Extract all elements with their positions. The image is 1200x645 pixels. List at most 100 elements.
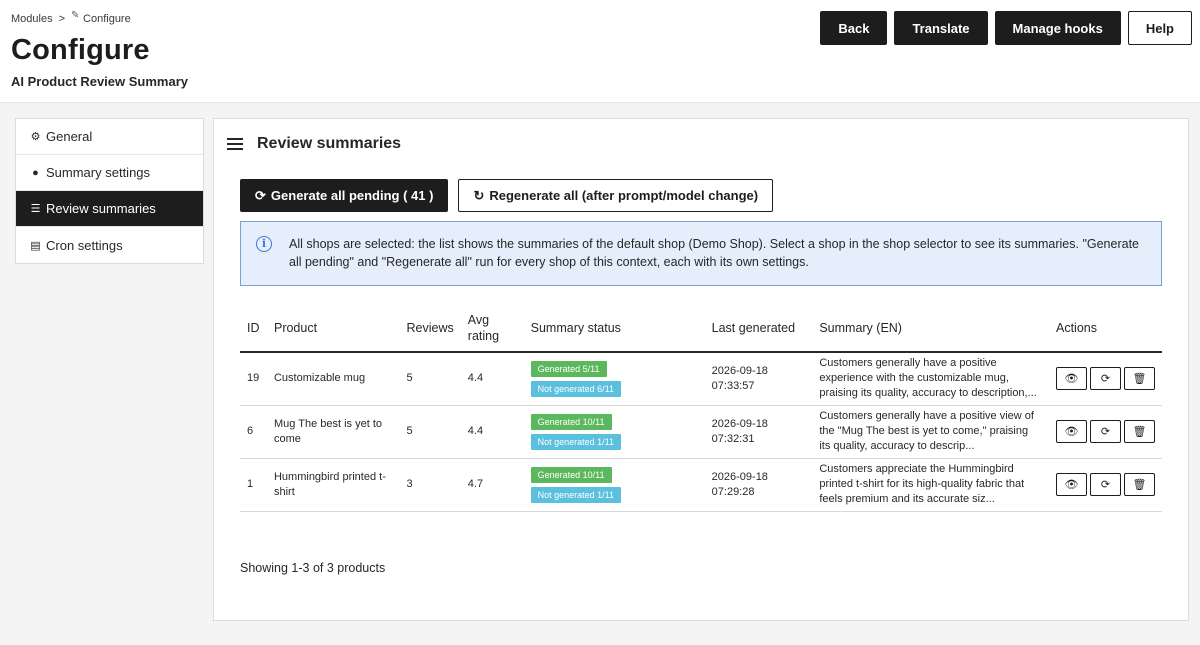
info-icon: i xyxy=(256,236,272,252)
sidebar-item-general[interactable]: ⚙ General xyxy=(16,119,203,155)
gears-icon: ⚙ xyxy=(30,131,41,143)
table-header-row: ID Product Reviews Avg rating Summary st… xyxy=(240,305,1162,353)
delete-button[interactable]: 🗑 xyxy=(1124,420,1155,443)
info-alert-text: All shops are selected: the list shows t… xyxy=(289,237,1139,269)
refresh-icon: ⟳ xyxy=(1100,426,1111,438)
view-button[interactable]: 👁 xyxy=(1056,473,1087,496)
trash-icon: 🗑 xyxy=(1132,373,1147,386)
col-summary-status: Summary status xyxy=(523,305,705,353)
cell-last-generated: 2026-09-18 07:29:28 xyxy=(704,458,813,512)
cell-reviews: 3 xyxy=(399,458,461,512)
refresh-icon: ⟳ xyxy=(1100,373,1111,386)
cell-rating: 4.4 xyxy=(460,405,524,459)
sidebar-item-review-summaries[interactable]: ☰ Review summaries xyxy=(16,191,203,227)
not-generated-badge: Not generated 6/11 xyxy=(530,380,622,397)
panel-title: Review summaries xyxy=(227,135,401,153)
translate-button[interactable]: Translate xyxy=(894,11,988,45)
date: 2026-09-18 xyxy=(711,470,768,483)
view-button[interactable]: 👁 xyxy=(1056,420,1087,443)
generate-all-pending-button[interactable]: ⟳ Generate all pending ( 41 ) xyxy=(240,179,449,212)
cell-product: Mug The best is yet to come xyxy=(266,405,400,459)
page-header: Modules > Configure Configure AI Product… xyxy=(0,0,1200,103)
cell-summary: Customers generally have a positive view… xyxy=(812,405,1049,459)
time: 07:33:57 xyxy=(711,379,755,392)
cell-rating: 4.7 xyxy=(460,458,524,512)
regenerate-button[interactable]: ⟳ xyxy=(1090,473,1121,496)
breadcrumb-current-label: Configure xyxy=(83,13,131,25)
col-avg-rating: Avg rating xyxy=(460,305,524,353)
table-row: 1 Hummingbird printed t-shirt 3 4.7 Gene… xyxy=(240,458,1162,512)
generate-all-pending-label: Generate all pending ( 41 ) xyxy=(270,188,434,203)
generated-badge: Generated 5/11 xyxy=(530,360,607,377)
panel-title-label: Review summaries xyxy=(257,135,402,152)
manage-hooks-button[interactable]: Manage hooks xyxy=(994,11,1121,45)
review-summaries-table: ID Product Reviews Avg rating Summary st… xyxy=(240,305,1162,512)
cell-reviews: 5 xyxy=(399,405,461,459)
refresh-icon: ⟳ xyxy=(1100,479,1111,491)
view-button[interactable]: 👁 xyxy=(1056,367,1087,391)
breadcrumb-modules-link[interactable]: Modules xyxy=(11,13,53,25)
sidebar-item-label: Cron settings xyxy=(46,237,123,253)
cell-actions: 👁 ⟳ 🗑 xyxy=(1049,352,1162,406)
date: 2026-09-18 xyxy=(711,364,768,377)
trash-icon: 🗑 xyxy=(1132,426,1147,438)
table-row: 6 Mug The best is yet to come 5 4.4 Gene… xyxy=(240,405,1162,459)
sidebar-item-summary-settings[interactable]: ● Summary settings xyxy=(16,155,203,191)
cell-summary: Customers appreciate the Hummingbird pri… xyxy=(812,458,1049,512)
info-alert: i All shops are selected: the list shows… xyxy=(240,221,1162,286)
breadcrumb-separator: > xyxy=(58,12,66,25)
cell-last-generated: 2026-09-18 07:32:31 xyxy=(704,405,813,459)
col-reviews: Reviews xyxy=(399,305,461,353)
generated-badge: Generated 10/11 xyxy=(530,466,612,483)
time: 07:32:31 xyxy=(711,432,755,445)
sidebar-item-cron-settings[interactable]: ▤ Cron settings xyxy=(16,227,203,263)
cell-last-generated: 2026-09-18 07:33:57 xyxy=(704,352,813,406)
cell-actions: 👁 ⟳ 🗑 xyxy=(1049,405,1162,459)
cell-product: Customizable mug xyxy=(266,352,400,406)
generated-badge: Generated 10/11 xyxy=(530,413,612,430)
time: 07:29:28 xyxy=(711,485,755,498)
breadcrumb-current: Configure xyxy=(71,10,131,25)
trash-icon: 🗑 xyxy=(1132,479,1147,491)
comment-icon: ● xyxy=(32,166,39,179)
cell-product: Hummingbird printed t-shirt xyxy=(266,458,400,512)
delete-button[interactable]: 🗑 xyxy=(1124,473,1155,496)
pagination-summary: Showing 1-3 of 3 products xyxy=(240,561,386,575)
eye-icon: 👁 xyxy=(1064,426,1079,438)
redo-icon: ↻ xyxy=(473,187,485,203)
regenerate-all-button[interactable]: ↻ Regenerate all (after prompt/model cha… xyxy=(458,179,774,212)
sidebar-item-label: Summary settings xyxy=(46,165,151,180)
cell-id: 19 xyxy=(240,352,267,406)
cell-status: Generated 5/11 Not generated 6/11 xyxy=(523,352,705,406)
eye-icon: 👁 xyxy=(1064,373,1079,386)
sidebar-item-label: Review summaries xyxy=(46,201,156,216)
cell-actions: 👁 ⟳ 🗑 xyxy=(1049,458,1162,512)
cell-id: 1 xyxy=(240,458,267,512)
header-toolbar: Back Translate Manage hooks Help xyxy=(820,11,1192,45)
sidebar: ⚙ General ● Summary settings ☰ Review su… xyxy=(15,118,204,264)
help-button[interactable]: Help xyxy=(1127,11,1192,45)
cell-rating: 4.4 xyxy=(460,352,524,406)
wrench-icon xyxy=(71,10,81,22)
cell-reviews: 5 xyxy=(399,352,461,406)
not-generated-badge: Not generated 1/11 xyxy=(530,433,622,450)
date: 2026-09-18 xyxy=(711,417,768,430)
cell-status: Generated 10/11 Not generated 1/11 xyxy=(523,458,705,512)
col-id: ID xyxy=(240,305,267,353)
refresh-icon: ⟳ xyxy=(255,187,266,203)
list-icon: ☰ xyxy=(30,203,41,215)
col-actions: Actions xyxy=(1049,305,1162,353)
page-subtitle: AI Product Review Summary xyxy=(11,74,188,89)
list-icon xyxy=(227,138,243,150)
file-icon: ▤ xyxy=(30,239,41,252)
back-button[interactable]: Back xyxy=(820,11,888,45)
review-summaries-panel: Review summaries ⟳ Generate all pending … xyxy=(213,118,1189,621)
eye-icon: 👁 xyxy=(1064,479,1079,491)
cell-status: Generated 10/11 Not generated 1/11 xyxy=(523,405,705,459)
cell-summary: Customers generally have a positive expe… xyxy=(812,352,1049,406)
col-summary: Summary (EN) xyxy=(812,305,1049,353)
regenerate-button[interactable]: ⟳ xyxy=(1090,367,1121,391)
regenerate-button[interactable]: ⟳ xyxy=(1090,420,1121,443)
col-product: Product xyxy=(266,305,400,353)
delete-button[interactable]: 🗑 xyxy=(1124,367,1155,391)
